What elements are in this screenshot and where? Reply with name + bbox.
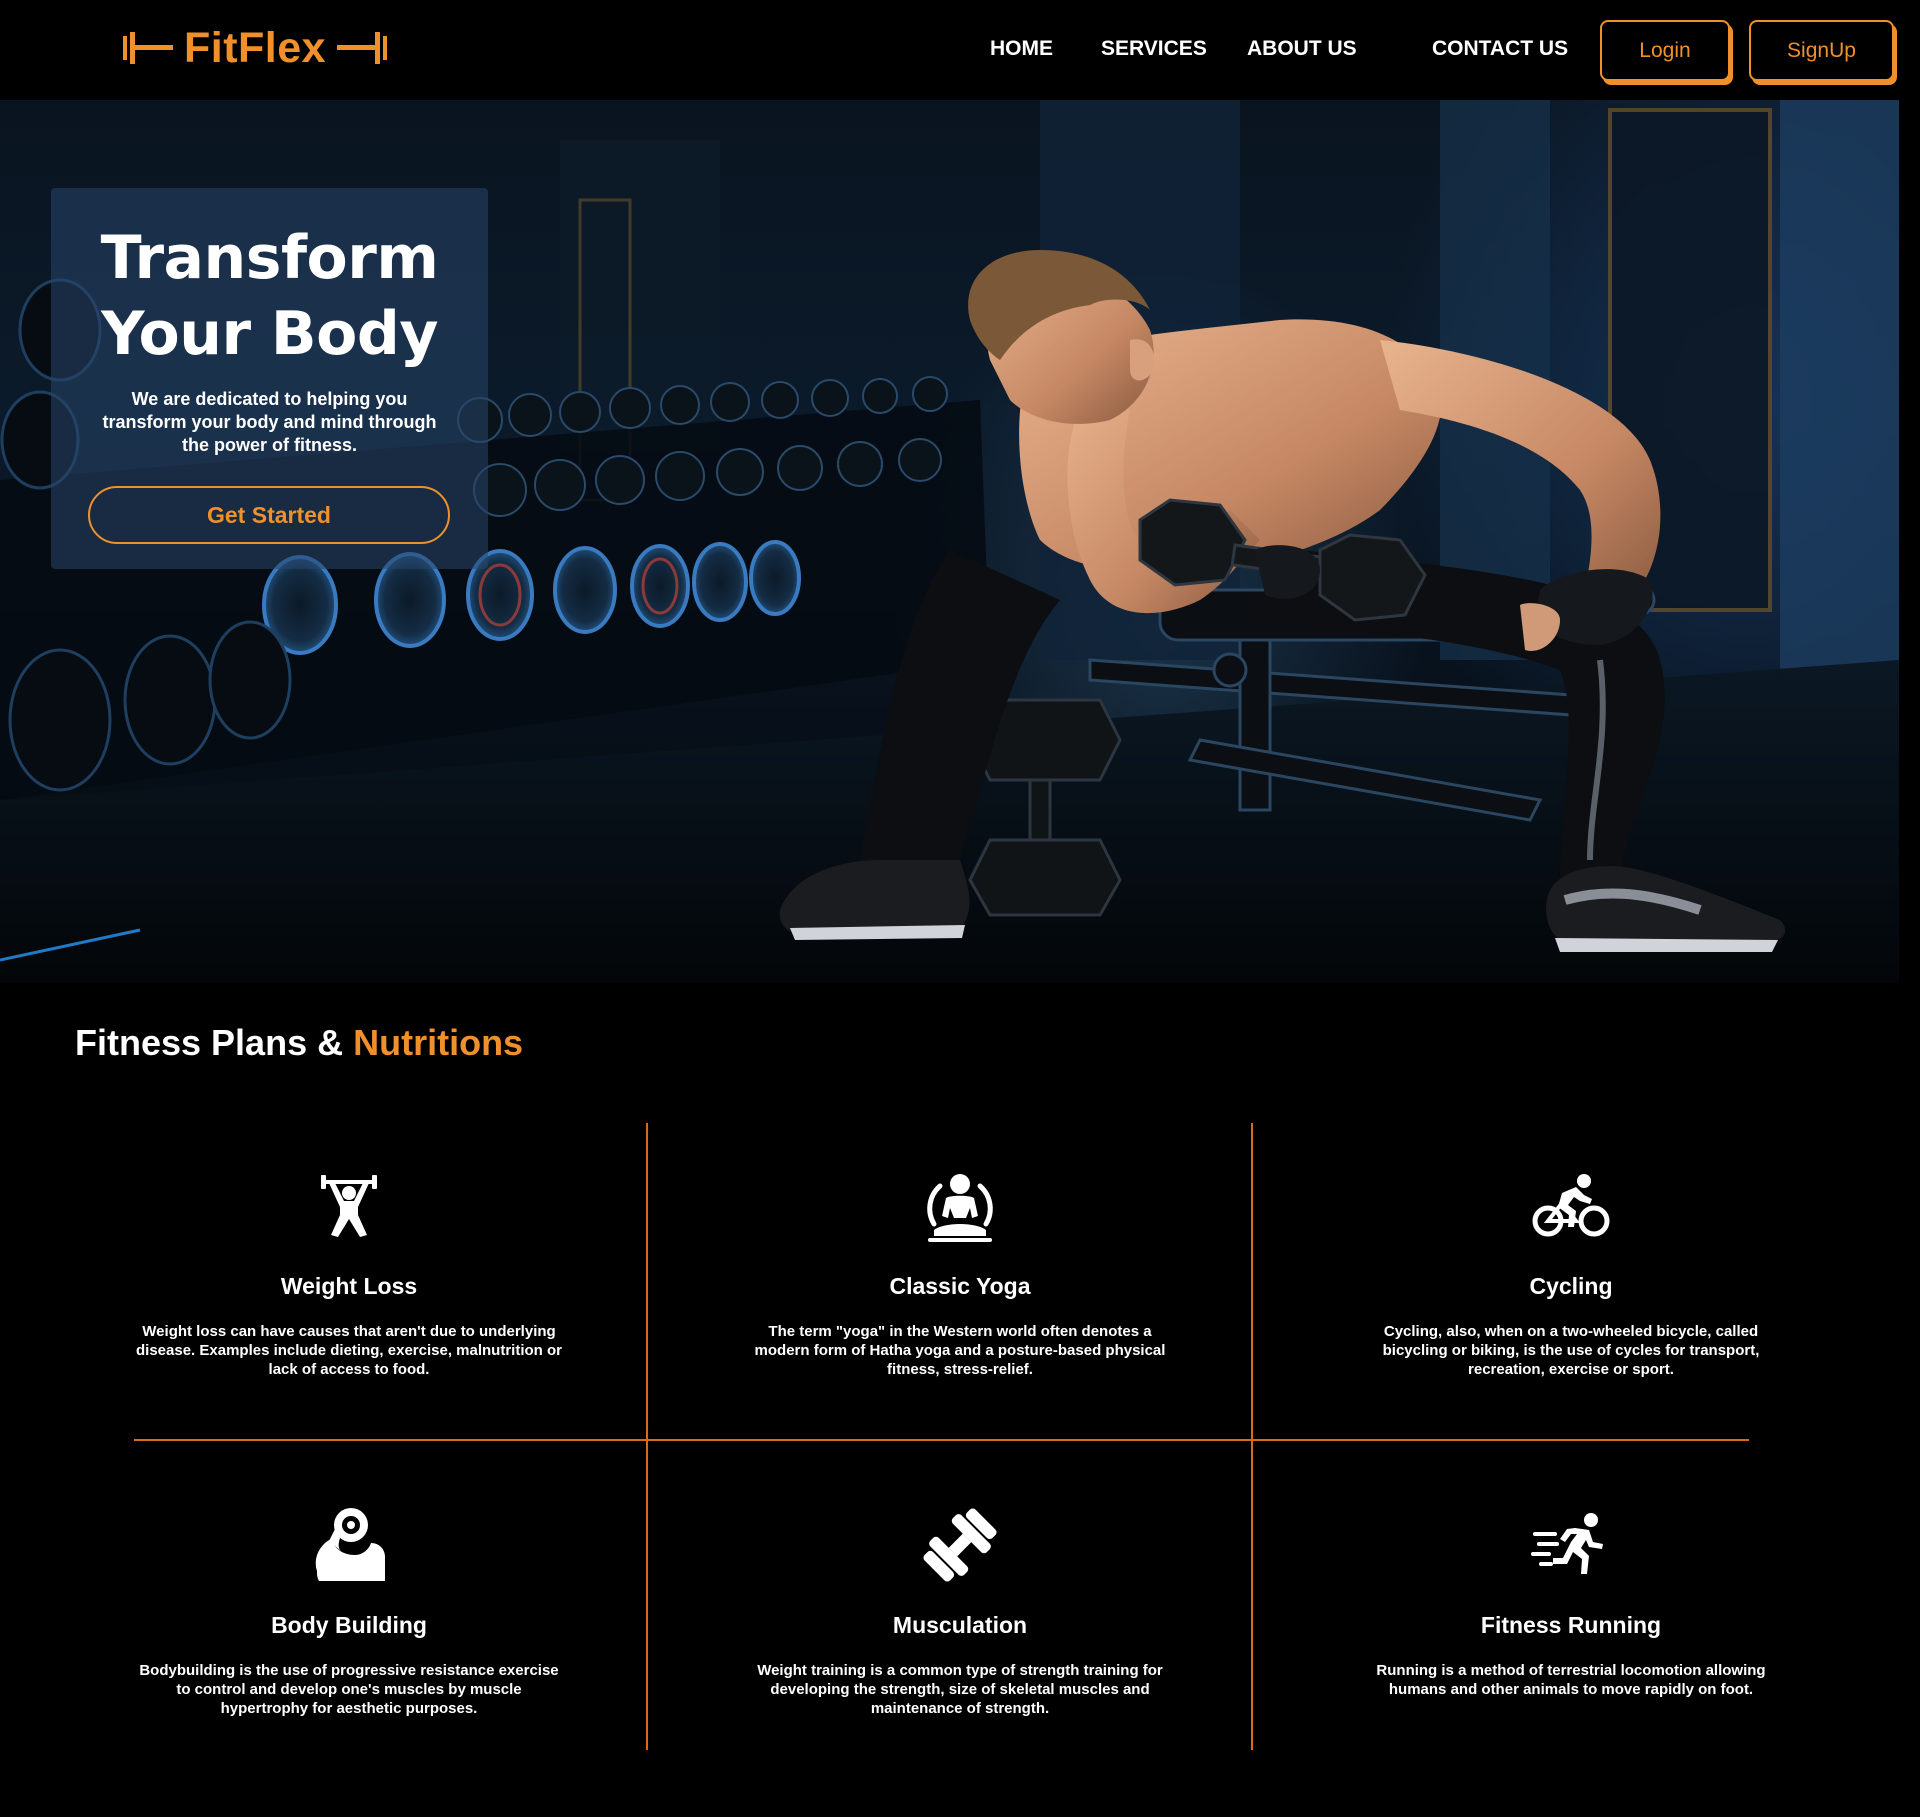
- plan-title: Classic Yoga: [889, 1273, 1031, 1299]
- plan-card-cycling: Cycling Cycling, also, when on a two-whe…: [1321, 1164, 1821, 1379]
- flexed-bicep-icon: [307, 1503, 391, 1587]
- plan-title: Fitness Running: [1480, 1612, 1662, 1638]
- cyclist-icon: [1529, 1164, 1613, 1248]
- hero-description: We are dedicated to helping you transfor…: [102, 389, 437, 455]
- plan-description: Weight loss can have causes that aren't …: [136, 1323, 562, 1378]
- plans-title-main: Fitness Plans &: [75, 1022, 354, 1063]
- yoga-icon: [918, 1164, 1002, 1248]
- hero-title: Transform Your Body: [51, 220, 488, 372]
- plan-description: Running is a method of terrestrial locom…: [1376, 1662, 1766, 1698]
- grid-divider-vertical-2: [1251, 1123, 1253, 1750]
- get-started-button[interactable]: Get Started: [88, 486, 450, 544]
- nav-services[interactable]: SERVICES: [1101, 36, 1207, 62]
- hero-banner: Transform Your Body We are dedicated to …: [0, 100, 1899, 983]
- plan-title: Body Building: [271, 1612, 427, 1638]
- weightlifter-icon: [307, 1164, 391, 1248]
- plan-card-body-building: Body Building Bodybuilding is the use of…: [99, 1503, 599, 1718]
- nav-home[interactable]: HOME: [990, 36, 1053, 62]
- plan-title: Cycling: [1529, 1273, 1613, 1299]
- nav-contact-us[interactable]: CONTACT US: [1432, 36, 1568, 62]
- plan-description: The term "yoga" in the Western world oft…: [754, 1323, 1166, 1378]
- plan-title: Weight Loss: [280, 1273, 418, 1299]
- login-button[interactable]: Login: [1600, 20, 1730, 81]
- dumbbell-icon: [918, 1503, 1002, 1587]
- plan-card-musculation: Musculation Weight training is a common …: [710, 1503, 1210, 1718]
- nav-about-us[interactable]: ABOUT US: [1247, 36, 1357, 62]
- grid-divider-vertical-1: [646, 1123, 648, 1750]
- plan-description: Cycling, also, when on a two-wheeled bic…: [1382, 1323, 1760, 1378]
- hero-title-line1: Transform: [100, 223, 439, 293]
- plan-title: Musculation: [892, 1612, 1028, 1638]
- plan-description: Bodybuilding is the use of progressive r…: [139, 1662, 559, 1717]
- signup-button[interactable]: SignUp: [1749, 20, 1894, 81]
- hero-title-line2: Your Body: [101, 299, 438, 369]
- plan-description: Weight training is a common type of stre…: [757, 1662, 1163, 1717]
- runner-icon: [1529, 1503, 1613, 1587]
- plans-section-title: Fitness Plans & Nutritions: [75, 1022, 523, 1064]
- plan-card-fitness-running: Fitness Running Running is a method of t…: [1321, 1503, 1821, 1699]
- plans-title-accent: Nutritions: [353, 1022, 524, 1063]
- hero-card: Transform Your Body We are dedicated to …: [51, 188, 488, 569]
- grid-divider-horizontal: [134, 1439, 1749, 1441]
- plan-card-weight-loss: Weight Loss Weight loss can have causes …: [99, 1164, 599, 1379]
- site-header: FitFlex HOME SERVICES ABOUT US CONTACT U…: [0, 0, 1920, 100]
- plan-card-classic-yoga: Classic Yoga The term "yoga" in the West…: [710, 1164, 1210, 1379]
